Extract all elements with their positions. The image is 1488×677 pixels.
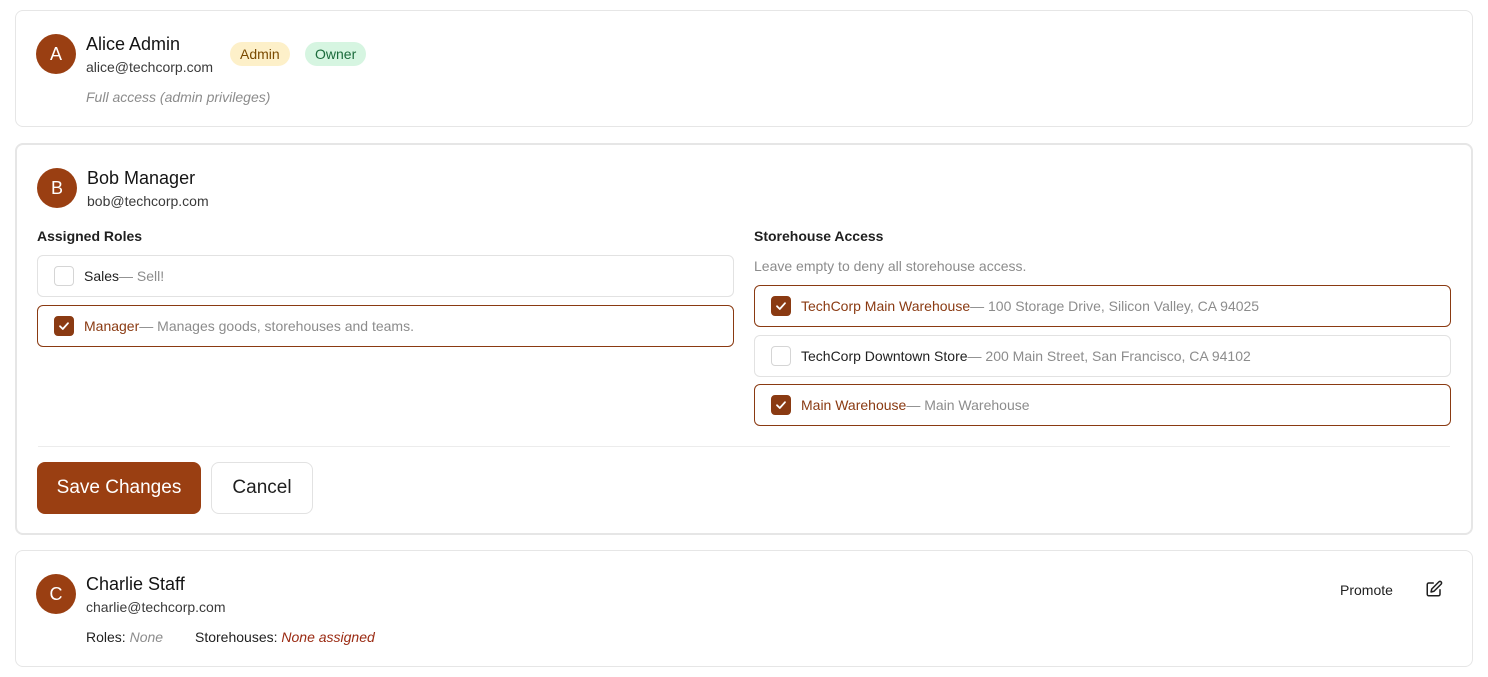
promote-button[interactable]: Promote <box>1340 582 1393 598</box>
storehouse-address: — Main Warehouse <box>906 397 1030 413</box>
avatar: C <box>36 574 76 614</box>
assigned-roles-label: Assigned Roles <box>37 228 143 244</box>
checkbox[interactable] <box>54 266 74 286</box>
user-name: Charlie Staff <box>86 574 185 594</box>
avatar: B <box>37 168 77 208</box>
role-option-manager[interactable]: Manager — Manages goods, storehouses and… <box>37 305 734 347</box>
storehouses-summary: Storehouses: None assigned <box>195 629 375 645</box>
owner-badge: Owner <box>305 42 367 66</box>
role-option-sales[interactable]: Sales — Sell! <box>37 255 734 297</box>
roles-label: Roles: <box>86 629 126 645</box>
storehouses-value: None assigned <box>281 629 375 645</box>
check-icon <box>776 401 786 409</box>
roles-value: None <box>129 629 164 645</box>
roles-summary: Roles: None <box>86 629 163 645</box>
role-title: Manager <box>84 318 140 334</box>
storehouse-option-techcorp-downtown[interactable]: TechCorp Downtown Store — 200 Main Stree… <box>754 335 1451 377</box>
storehouse-access-label: Storehouse Access <box>754 228 884 244</box>
checkbox[interactable] <box>771 395 791 415</box>
storehouse-address: — 200 Main Street, San Francisco, CA 941… <box>967 348 1251 364</box>
storehouse-option-techcorp-main[interactable]: TechCorp Main Warehouse — 100 Storage Dr… <box>754 285 1451 327</box>
user-email: charlie@techcorp.com <box>86 599 226 615</box>
cancel-button[interactable]: Cancel <box>211 462 313 514</box>
storehouse-title: Main Warehouse <box>801 397 907 413</box>
edit-icon[interactable] <box>1425 580 1443 598</box>
user-card-charlie: C Charlie Staff charlie@techcorp.com Rol… <box>15 550 1473 667</box>
check-icon <box>776 302 786 310</box>
storehouses-label: Storehouses: <box>195 629 278 645</box>
checkbox[interactable] <box>54 316 74 336</box>
storehouse-address: — 100 Storage Drive, Silicon Valley, CA … <box>970 298 1260 314</box>
divider <box>38 446 1450 447</box>
user-card-alice: A Alice Admin alice@techcorp.com Admin O… <box>15 10 1473 127</box>
storehouse-title: TechCorp Main Warehouse <box>801 298 971 314</box>
storehouse-option-main-warehouse[interactable]: Main Warehouse — Main Warehouse <box>754 384 1451 426</box>
access-note: Full access (admin privileges) <box>86 89 271 105</box>
user-email: bob@techcorp.com <box>87 193 209 209</box>
checkbox[interactable] <box>771 346 791 366</box>
save-changes-button[interactable]: Save Changes <box>37 462 201 514</box>
user-name: Alice Admin <box>86 34 181 54</box>
storehouse-helper-text: Leave empty to deny all storehouse acces… <box>754 258 1027 274</box>
user-name: Bob Manager <box>87 168 196 188</box>
storehouse-title: TechCorp Downtown Store <box>801 348 968 364</box>
admin-badge: Admin <box>230 42 290 66</box>
role-title: Sales <box>84 268 120 284</box>
avatar: A <box>36 34 76 74</box>
user-email: alice@techcorp.com <box>86 59 214 75</box>
user-card-bob: B Bob Manager bob@techcorp.com Assigned … <box>15 143 1473 535</box>
role-description: — Sell! <box>119 268 165 284</box>
check-icon <box>59 322 69 330</box>
role-description: — Manages goods, storehouses and teams. <box>139 318 414 334</box>
checkbox[interactable] <box>771 296 791 316</box>
